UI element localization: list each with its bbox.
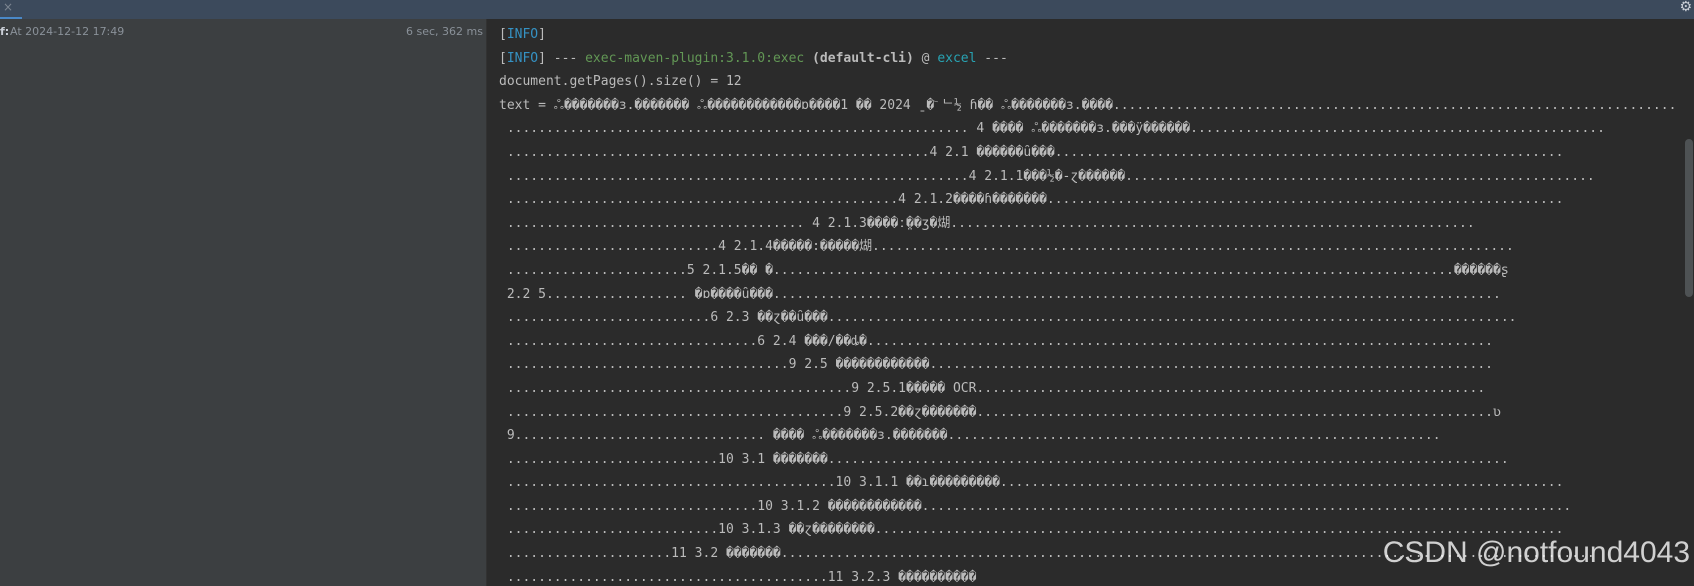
console-text: ........................................… [499,168,1595,184]
execution-id: (default-cli) [804,50,914,66]
console-text: ........................................… [499,121,1605,137]
console-line: ................................6 2.4 ��… [499,330,1679,354]
console-line: .......................5 2.1.5�� �......… [499,259,1679,283]
console-line: ...........................4 2.1.4�����:… [499,235,1679,259]
scrollbar-thumb[interactable] [1685,139,1693,297]
console-line: ........................................… [499,117,1679,141]
console-text: ..........................6 2.3 ��ɀ��ȗ��… [499,310,1517,326]
console-line: [INFO] --- exec-maven-plugin:3.1.0:exec … [499,50,1008,66]
console-text: ........................................… [499,569,977,585]
console-line: ................................10 3.1.2… [499,495,1679,519]
console-line: ........................................… [499,165,1679,189]
run-history-panel: f: At 2024-12-12 17:49 6 sec, 362 ms [0,19,486,586]
console-line: ...........................10 3.1 ������… [499,448,1679,472]
console-line: 2.2 5.................. �ɒ����ȗ���......… [499,283,1679,307]
vertical-scrollbar[interactable] [1684,19,1694,586]
console-line: ........................................… [499,377,1679,401]
console-text: ....................................9 2.… [499,357,1493,373]
log-separator: --- [976,50,1008,66]
console-text: 2.2 5.................. �ɒ����ȗ���......… [499,286,1501,302]
watermark: CSDN @notfound4043 [1382,536,1690,569]
gear-icon[interactable]: ⚙ [1679,0,1692,14]
console-text: 9................................ ���� ஃ… [499,428,1441,444]
console-line: ........................................… [499,188,1679,212]
console-line: ..........................6 2.3 ��ɀ��ȗ��… [499,306,1679,330]
console-line: 9................................ ���� ஃ… [499,424,1679,448]
console-line: [INFO] [499,27,546,42]
console-text: ...........................10 3.1 ������… [499,451,1509,467]
log-level: INFO [506,27,539,42]
console-text: ........................................… [499,192,1564,208]
console-text: ................................6 2.4 ��… [499,333,1493,349]
run-tool-window: × ⚙ f: At 2024-12-12 17:49 6 sec, 362 ms… [0,0,1694,586]
run-entry[interactable]: f: At 2024-12-12 17:49 6 sec, 362 ms [0,23,486,41]
console-text: ...................................... 4… [499,215,1475,231]
console-output[interactable]: [INFO] [INFO] --- exec-maven-plugin:3.1.0… [487,19,1694,586]
console-text: ........................................… [499,404,1501,420]
close-icon[interactable]: × [3,0,13,14]
console-line: ...................................... 4… [499,212,1679,236]
console-line: document.getPages().size() = 12 [499,70,1679,94]
console-text: ........................................… [499,475,1564,491]
console-line: ....................................9 2.… [499,353,1679,377]
console-text: ........................................… [499,380,1486,396]
console-text: document.getPages().size() = 12 [499,74,742,90]
console-lines: [INFO] [INFO] --- exec-maven-plugin:3.1.0… [499,23,1679,586]
console-line: ........................................… [499,141,1679,165]
run-timestamp-label: At 2024-12-12 17:49 [10,25,125,38]
console-text: ........................................… [499,144,1564,160]
console-text: .......................5 2.1.5�� �......… [499,262,1509,278]
log-level: INFO [506,50,539,66]
log-at: @ [913,50,938,66]
console-text: ...........................4 2.1.4�����:… [499,239,1514,255]
maven-plugin-name: exec-maven-plugin:3.1.0:exec [585,50,805,66]
console-line: ........................................… [499,471,1679,495]
run-duration: 6 sec, 362 ms [406,25,483,38]
log-separator: --- [545,50,586,66]
console-line: text = ஃ�������ɜ.������� ஃ������������ɒ�… [499,94,1679,118]
project-name: excel [937,50,977,66]
run-status-icon: f: [0,25,10,38]
console-text: text = ஃ�������ɜ.������� ஃ������������ɒ�… [499,97,1679,113]
tool-window-header: × ⚙ [0,0,1694,19]
console-line: ........................................… [499,401,1679,425]
console-text: ................................10 3.1.2… [499,498,1572,514]
